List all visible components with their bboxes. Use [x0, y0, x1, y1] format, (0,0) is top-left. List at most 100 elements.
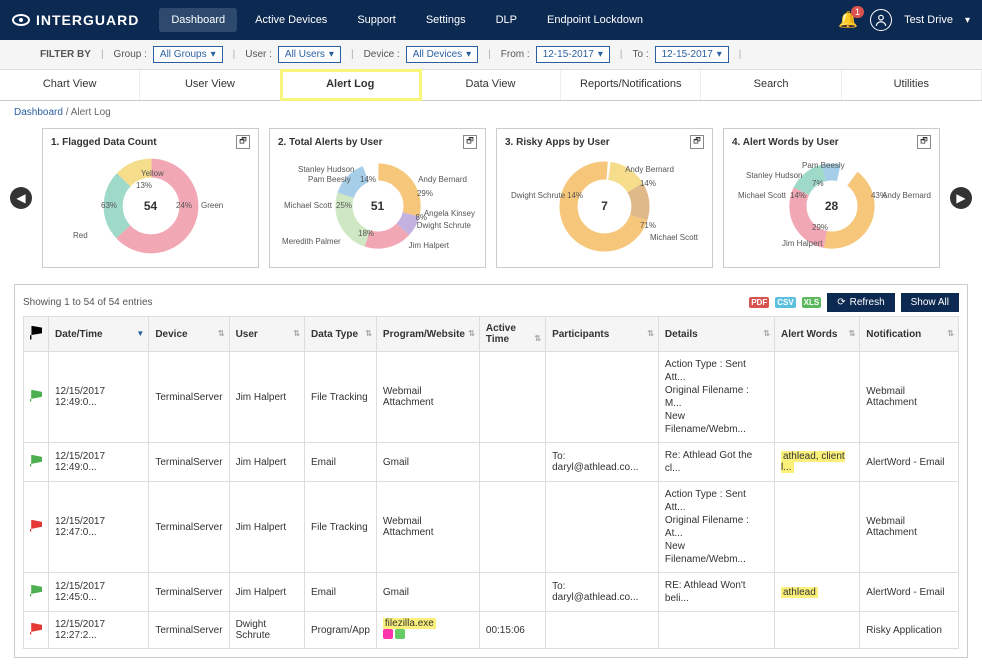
cell-details: Action Type : Sent Att...Original Filena…	[658, 482, 774, 573]
col-participants[interactable]: Participants⇅	[546, 317, 659, 352]
cell-alert-words	[774, 612, 859, 649]
expand-icon[interactable]: 🗗	[690, 135, 704, 149]
filter-device-label: Device :	[364, 49, 400, 60]
filter-to-date[interactable]: 12-15-2017▾	[655, 46, 729, 63]
donut-center: 7	[601, 199, 608, 213]
cell-active-time	[479, 573, 545, 612]
notification-badge: 1	[851, 6, 864, 18]
table-row[interactable]: 12/15/2017 12:45:0... TerminalServer Jim…	[24, 573, 959, 612]
cell-user: Jim Halpert	[229, 352, 304, 443]
refresh-icon: ⟳	[837, 297, 845, 308]
filter-from-date[interactable]: 12-15-2017▾	[536, 46, 610, 63]
table-row[interactable]: 12/15/2017 12:27:2... TerminalServer Dwi…	[24, 612, 959, 649]
col-flag[interactable]	[24, 317, 49, 352]
cell-notification: AlertWord - Email	[860, 443, 959, 482]
col-device[interactable]: Device⇅	[149, 317, 229, 352]
chevron-down-icon: ▾	[598, 49, 603, 60]
chevron-down-icon[interactable]: ▾	[965, 15, 970, 26]
carousel-next-button[interactable]: ▶	[950, 187, 972, 209]
cell-participants	[546, 612, 659, 649]
col-data-type[interactable]: Data Type⇅	[304, 317, 376, 352]
col-user[interactable]: User⇅	[229, 317, 304, 352]
widget-title: 4. Alert Words by User	[732, 137, 839, 148]
col-details[interactable]: Details⇅	[658, 317, 774, 352]
table-row[interactable]: 12/15/2017 12:49:0... TerminalServer Jim…	[24, 443, 959, 482]
row-flag-icon	[30, 390, 42, 402]
cell-program: Webmail Attachment	[376, 482, 479, 573]
export-csv-icon[interactable]: CSV	[775, 297, 795, 308]
cell-details: Re: Athlead Got the cl...	[658, 443, 774, 482]
donut-center: 28	[825, 199, 838, 213]
widget-title: 2. Total Alerts by User	[278, 137, 382, 148]
export-pdf-icon[interactable]: PDF	[749, 297, 769, 308]
cell-type: Program/App	[304, 612, 376, 649]
cell-type: File Tracking	[304, 352, 376, 443]
table-header-row: Date/Time▼ Device⇅ User⇅ Data Type⇅ Prog…	[24, 317, 959, 352]
cell-notification: AlertWord - Email	[860, 573, 959, 612]
chevron-down-icon: ▾	[466, 49, 471, 60]
row-flag-icon	[30, 520, 42, 532]
cell-program: Gmail	[376, 443, 479, 482]
col-program[interactable]: Program/Website⇅	[376, 317, 479, 352]
breadcrumb-root[interactable]: Dashboard	[14, 107, 63, 118]
nav-support[interactable]: Support	[345, 8, 408, 32]
tab-utilities[interactable]: Utilities	[842, 70, 982, 100]
nav-dlp[interactable]: DLP	[484, 8, 529, 32]
eye-icon	[12, 14, 30, 26]
tab-chart-view[interactable]: Chart View	[0, 70, 140, 100]
nav-dashboard[interactable]: Dashboard	[159, 8, 237, 32]
filter-to-label: To :	[632, 49, 648, 60]
col-alert-words[interactable]: Alert Words⇅	[774, 317, 859, 352]
breadcrumb: Dashboard / Alert Log	[0, 101, 982, 124]
nav-settings[interactable]: Settings	[414, 8, 478, 32]
table-row[interactable]: 12/15/2017 12:47:0... TerminalServer Jim…	[24, 482, 959, 573]
brand-logo: INTERGUARD	[12, 12, 139, 28]
cell-alert-words: athlead	[774, 573, 859, 612]
carousel-prev-button[interactable]: ◀	[10, 187, 32, 209]
user-avatar-icon[interactable]	[870, 9, 892, 31]
tab-search[interactable]: Search	[701, 70, 841, 100]
notification-bell-icon[interactable]: 🔔1	[838, 10, 858, 30]
cell-participants: To: daryl@athlead.co...	[546, 573, 659, 612]
nav-endpoint-lockdown[interactable]: Endpoint Lockdown	[535, 8, 655, 32]
widget-risky-apps-by-user: 3. Risky Apps by User 🗗 7 Andy Bernard 1…	[496, 128, 713, 268]
refresh-button[interactable]: ⟳Refresh	[827, 293, 894, 312]
export-xls-icon[interactable]: XLS	[802, 297, 822, 308]
row-flag-icon	[30, 623, 42, 635]
alert-log-table-panel: Showing 1 to 54 of 54 entries PDF CSV XL…	[14, 284, 968, 658]
cell-user: Dwight Schrute	[229, 612, 304, 649]
cell-program: Webmail Attachment	[376, 352, 479, 443]
table-row[interactable]: 12/15/2017 12:49:0... TerminalServer Jim…	[24, 352, 959, 443]
col-notification[interactable]: Notification⇅	[860, 317, 959, 352]
alert-log-table: Date/Time▼ Device⇅ User⇅ Data Type⇅ Prog…	[23, 316, 959, 649]
cell-datetime: 12/15/2017 12:49:0...	[49, 443, 149, 482]
cell-alert-words	[774, 482, 859, 573]
cell-active-time: 00:15:06	[479, 612, 545, 649]
nav-active-devices[interactable]: Active Devices	[243, 8, 339, 32]
expand-icon[interactable]: 🗗	[236, 135, 250, 149]
cell-participants: To: daryl@athlead.co...	[546, 443, 659, 482]
show-all-button[interactable]: Show All	[901, 293, 959, 312]
filter-user-select[interactable]: All Users▾	[278, 46, 341, 63]
tab-alert-log[interactable]: Alert Log	[281, 70, 421, 100]
col-datetime[interactable]: Date/Time▼	[49, 317, 149, 352]
cell-user: Jim Halpert	[229, 482, 304, 573]
cell-type: Email	[304, 443, 376, 482]
tab-user-view[interactable]: User View	[140, 70, 280, 100]
cell-device: TerminalServer	[149, 352, 229, 443]
expand-icon[interactable]: 🗗	[463, 135, 477, 149]
cell-type: File Tracking	[304, 482, 376, 573]
widget-alert-words-by-user: 4. Alert Words by User 🗗 28 Pam Beesly S…	[723, 128, 940, 268]
nav-right: 🔔1 Test Drive ▾	[838, 9, 970, 31]
filter-device-select[interactable]: All Devices▾	[406, 46, 479, 63]
cell-device: TerminalServer	[149, 482, 229, 573]
filter-group-select[interactable]: All Groups▾	[153, 46, 223, 63]
tab-data-view[interactable]: Data View	[421, 70, 561, 100]
expand-icon[interactable]: 🗗	[917, 135, 931, 149]
cell-user: Jim Halpert	[229, 443, 304, 482]
widget-title: 3. Risky Apps by User	[505, 137, 610, 148]
col-active-time[interactable]: Active Time⇅	[479, 317, 545, 352]
tab-reports-notifications[interactable]: Reports/Notifications	[561, 70, 701, 100]
breadcrumb-current: Alert Log	[71, 107, 111, 118]
donut-center: 54	[144, 199, 157, 213]
